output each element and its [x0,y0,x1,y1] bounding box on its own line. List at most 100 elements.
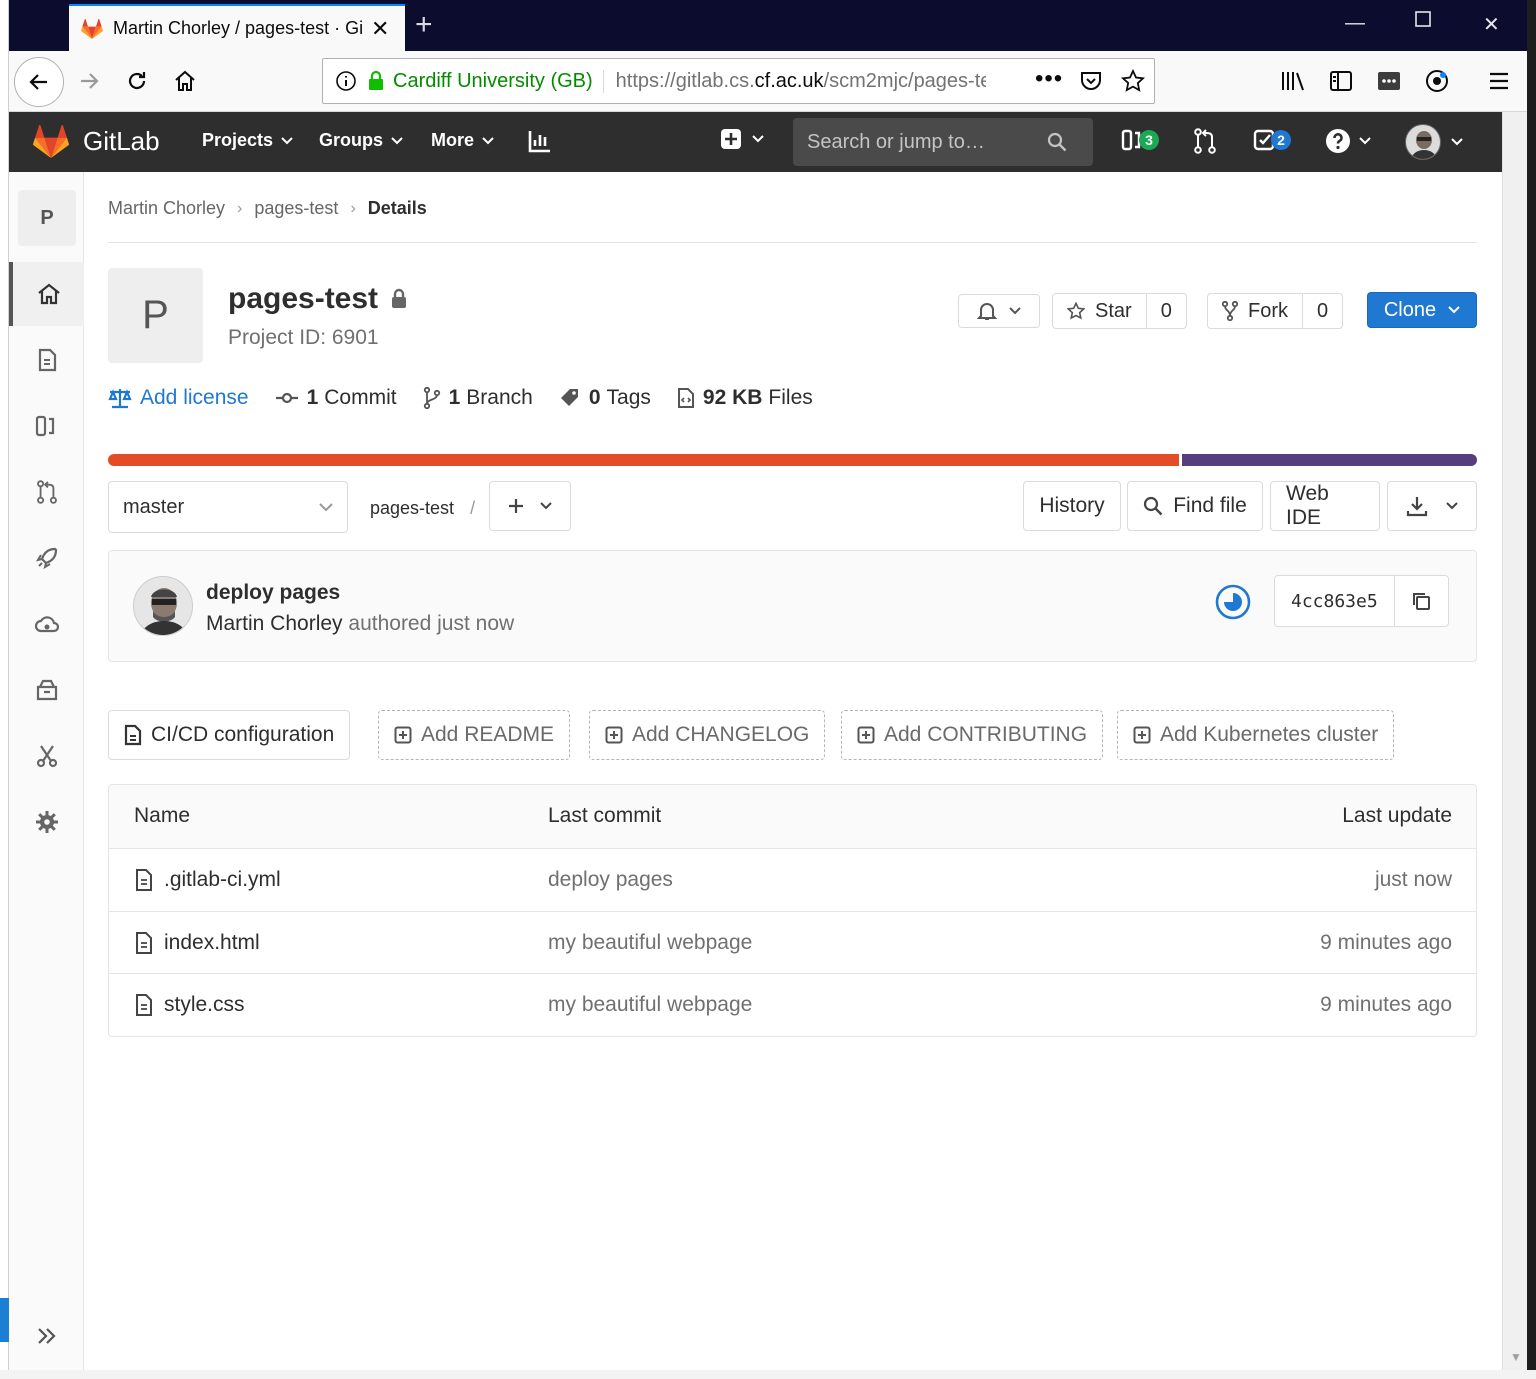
search-input[interactable] [807,130,1047,154]
sidebar-item-snippets[interactable] [9,724,84,788]
sidebar-item-settings[interactable] [9,790,84,854]
star-button[interactable]: Star 0 [1052,293,1187,329]
pocket-icon[interactable] [1079,70,1103,92]
language-segment[interactable] [1181,454,1477,466]
sidebar-item-cicd[interactable] [9,526,84,590]
copy-sha-button[interactable] [1393,576,1448,626]
close-window-icon[interactable]: ✕ [1483,12,1500,37]
sidebar-item-project-overview[interactable] [9,262,84,326]
file-last-commit[interactable]: deploy pages [548,868,673,892]
commit-author-avatar[interactable] [133,576,193,636]
file-last-commit[interactable]: my beautiful webpage [548,931,752,955]
sidebar-project-avatar[interactable]: P [18,190,76,246]
tab-close-icon[interactable]: ✕ [371,16,389,42]
sidebar-collapse-button[interactable] [9,1302,84,1370]
sidebar-item-packages[interactable] [9,658,84,722]
merge-requests-button[interactable] [1193,128,1217,154]
search-icon[interactable] [1047,132,1067,152]
page-scrollbar[interactable]: ▼ [1502,112,1527,1370]
add-contributing-button[interactable]: Add CONTRIBUTING [841,710,1104,760]
sidebar-item-issues[interactable] [9,394,84,458]
breadcrumb-project[interactable]: pages-test [254,198,338,219]
add-to-tree-dropdown[interactable] [489,481,571,531]
star-count[interactable]: 0 [1145,294,1186,328]
pipeline-status-icon[interactable] [1214,583,1252,621]
gear-icon [35,811,58,833]
branch-selector[interactable]: master [108,481,348,533]
maximize-icon[interactable] [1414,10,1432,28]
file-last-commit[interactable]: my beautiful webpage [548,993,752,1017]
bookmark-star-icon[interactable] [1121,69,1145,93]
fork-button[interactable]: Fork 0 [1207,293,1344,329]
file-name[interactable]: index.html [164,931,260,955]
nav-more[interactable]: More [431,130,494,151]
repo-path-root[interactable]: pages-test [370,498,454,518]
new-tab-icon[interactable]: + [415,8,433,42]
project-name: pages-test [228,282,379,315]
back-button[interactable] [14,57,64,107]
browser-tab[interactable]: Martin Chorley / pages-test · GitLab ✕ [69,4,405,51]
file-name[interactable]: style.css [164,993,245,1017]
breadcrumb-user[interactable]: Martin Chorley [108,198,225,219]
repository-languages-bar[interactable] [108,454,1477,466]
package-icon [36,679,57,701]
notification-dropdown[interactable] [958,294,1040,328]
url-text[interactable]: https://gitlab.cs.cf.ac.uk/scm2mjc/pages… [616,70,986,93]
gitlab-logo[interactable]: GitLab [33,125,160,158]
scroll-down-icon[interactable]: ▼ [1510,1350,1522,1364]
table-row[interactable]: style.css my beautiful webpage 9 minutes… [109,973,1476,1036]
sidebar-item-merge-requests[interactable] [9,460,84,524]
help-dropdown[interactable] [1325,128,1371,154]
clone-button[interactable]: Clone [1367,292,1477,328]
home-button[interactable] [167,63,203,99]
reload-button[interactable] [119,63,155,99]
commit-sha[interactable]: 4cc863e5 [1275,591,1394,612]
sidebar-item-repository[interactable] [9,328,84,392]
extension-icon[interactable] [1371,63,1407,99]
account-icon[interactable] [1419,63,1455,99]
site-info-icon[interactable] [335,70,357,92]
activity-chart-icon[interactable] [527,128,553,154]
menu-icon[interactable] [1481,63,1517,99]
branches-link[interactable]: 1 Branch [423,386,533,410]
sidebar-toggle-icon[interactable] [1323,63,1359,99]
commits-link[interactable]: 1 Commit [275,386,397,410]
forward-button[interactable] [71,63,107,99]
web-ide-button[interactable]: Web IDE [1270,481,1380,531]
add-license-link[interactable]: Add license [108,386,249,410]
fork-count[interactable]: 0 [1302,294,1342,328]
issues-button[interactable]: 3 [1121,128,1159,152]
library-icon[interactable] [1275,63,1311,99]
table-row[interactable]: .gitlab-ci.yml deploy pages just now [109,848,1476,911]
add-changelog-button[interactable]: Add CHANGELOG [589,710,826,760]
new-item-dropdown[interactable] [720,128,764,150]
path-separator: / [470,498,476,518]
nav-groups[interactable]: Groups [319,130,403,151]
sidebar-item-operations[interactable] [9,592,84,656]
cicd-configuration-button[interactable]: CI/CD configuration [108,710,351,760]
user-menu[interactable] [1405,124,1463,160]
commit-author[interactable]: Martin Chorley [206,612,343,635]
file-name[interactable]: .gitlab-ci.yml [164,868,281,892]
breadcrumb-current[interactable]: Details [368,198,427,219]
gitlab-header: GitLab Projects Groups More 3 2 [9,112,1502,172]
tags-link[interactable]: 0 Tags [559,386,651,410]
files-link[interactable]: 92 KB Files [677,386,813,410]
history-button[interactable]: History [1023,481,1121,531]
url-bar[interactable]: Cardiff University (GB) https://gitlab.c… [322,58,1155,104]
commit-title[interactable]: deploy pages [206,581,340,605]
language-segment[interactable] [108,454,1179,466]
add-readme-button[interactable]: Add README [378,710,571,760]
search-box[interactable] [793,118,1093,166]
nav-projects[interactable]: Projects [202,130,293,151]
download-dropdown[interactable] [1387,481,1477,531]
minimize-icon[interactable]: — [1345,12,1365,35]
search-icon [1144,496,1163,516]
table-row[interactable]: index.html my beautiful webpage 9 minute… [109,910,1476,974]
repo-path: pages-test / [370,498,475,519]
add-kubernetes-cluster-button[interactable]: Add Kubernetes cluster [1117,710,1395,760]
header-name: Name [134,804,191,827]
todos-button[interactable]: 2 [1253,128,1291,152]
find-file-button[interactable]: Find file [1127,481,1263,531]
page-actions-icon[interactable]: ••• [1035,65,1063,93]
